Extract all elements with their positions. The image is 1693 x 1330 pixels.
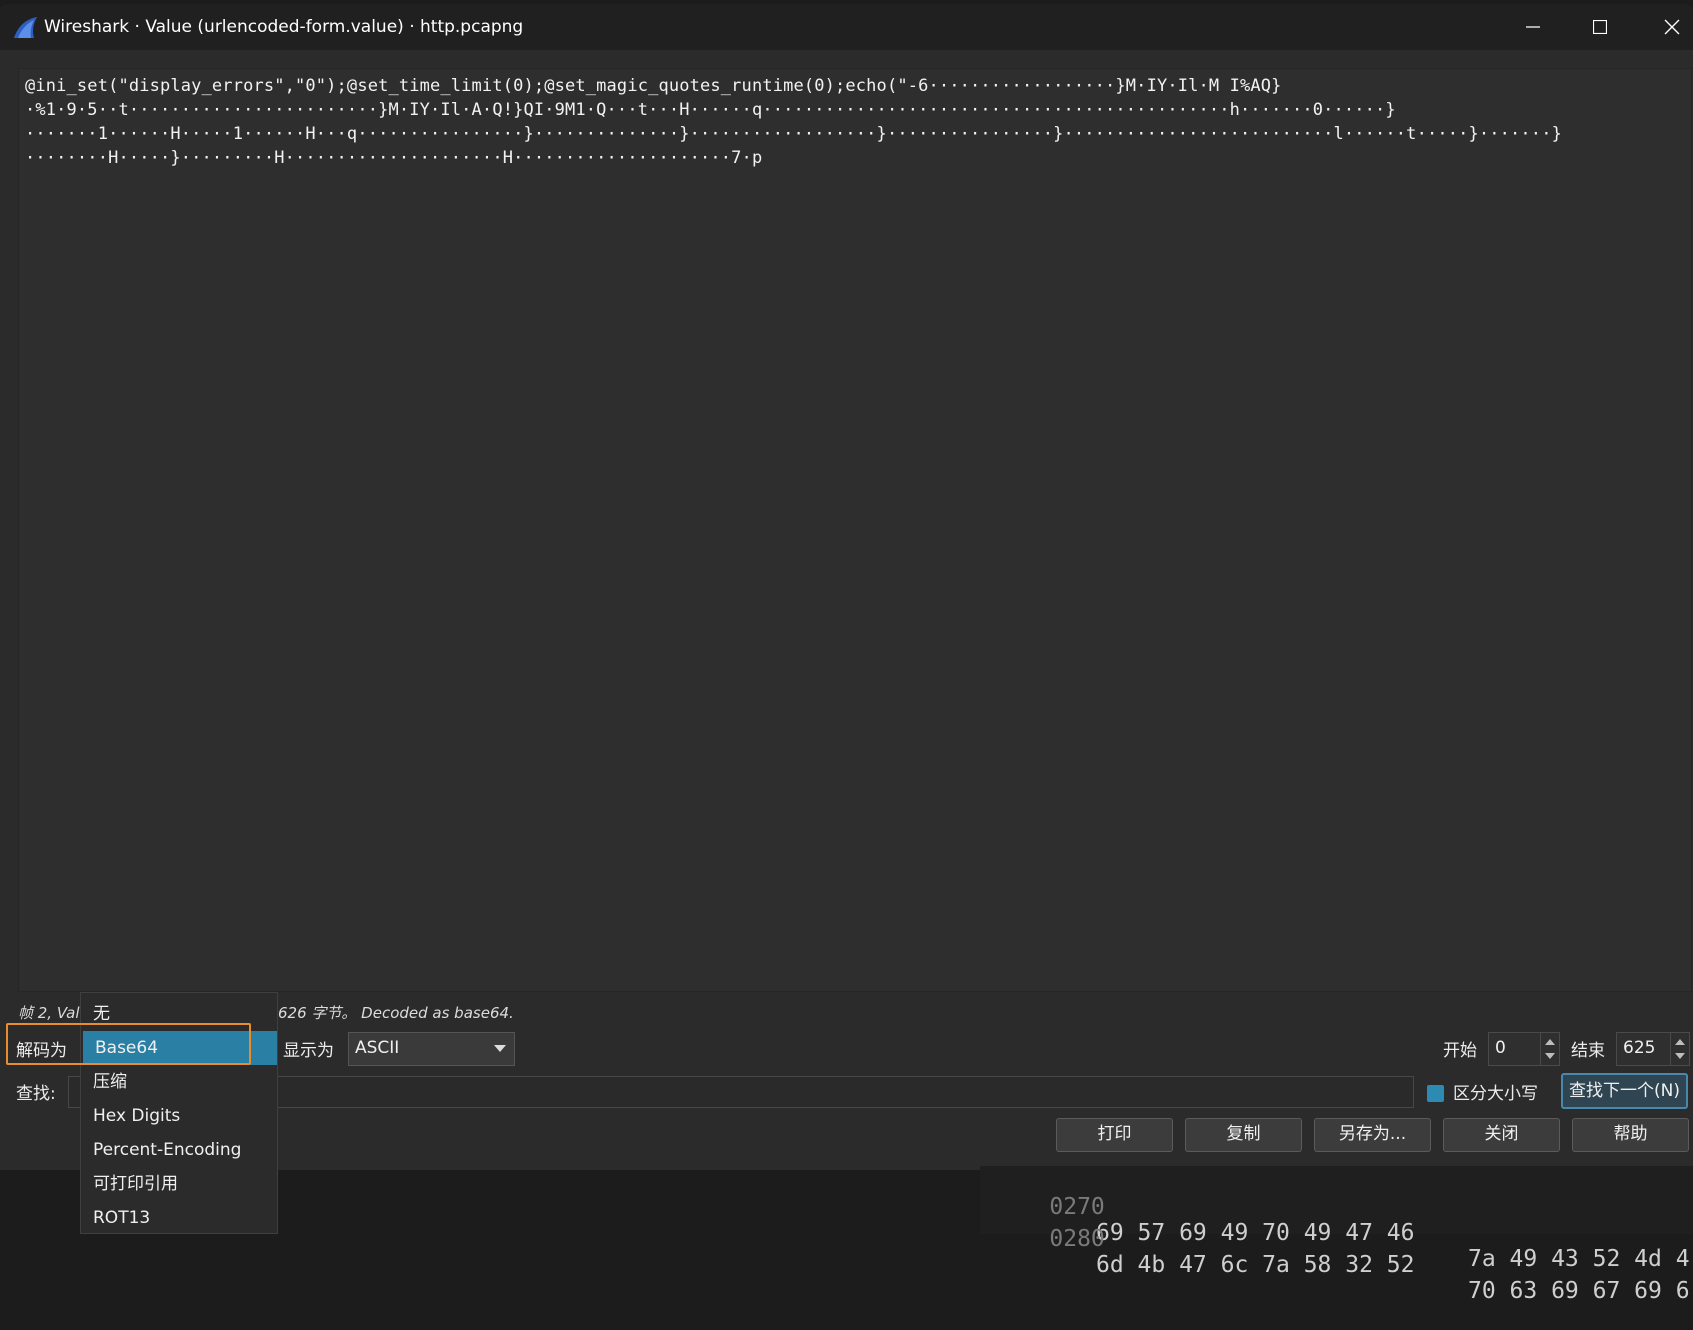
print-button[interactable]: 打印 (1056, 1118, 1173, 1152)
minimize-icon (1526, 26, 1540, 28)
end-spinbox[interactable]: 625 (1616, 1032, 1690, 1066)
maximize-icon (1593, 20, 1607, 34)
copy-button[interactable]: 复制 (1185, 1118, 1302, 1152)
text-line: ········H·····}·········H···············… (25, 148, 763, 168)
case-sensitive-checkbox[interactable] (1427, 1085, 1444, 1102)
show-as-value: ASCII (355, 1038, 400, 1058)
status-decoded-info: 626 字节。 Decoded as base64. (278, 1004, 514, 1022)
window-title: Wireshark · Value (urlencoded-form.value… (44, 17, 524, 37)
spin-arrows-icon[interactable] (1670, 1033, 1689, 1065)
hex-bytes: 6d 4b 47 6c 7a 58 32 52 (1096, 1252, 1415, 1278)
save-as-button[interactable]: 另存为... (1314, 1118, 1431, 1152)
hex-row: 0280 6d 4b 47 6c 7a 58 32 52 70 63 69 67… (994, 1200, 1689, 1330)
text-line: ·%1·9·5··t························}M·IY·… (25, 100, 1396, 120)
status-frame-info: 帧 2, Valu (18, 1004, 90, 1022)
decode-option-hex-digits[interactable]: Hex Digits (81, 1099, 277, 1133)
decode-option-none[interactable]: 无 (81, 997, 277, 1031)
show-as-select[interactable]: ASCII (348, 1032, 515, 1066)
hex-offset: 0280 (1049, 1226, 1105, 1252)
decode-option-base64[interactable]: Base64 (83, 1031, 277, 1065)
help-button[interactable]: 帮助 (1572, 1118, 1689, 1152)
close-window-button[interactable] (1640, 4, 1693, 50)
hex-bytes: 70 63 69 67 69 6 (1468, 1278, 1690, 1304)
wireshark-fin-icon (12, 16, 38, 40)
decode-option-rot13[interactable]: ROT13 (81, 1201, 277, 1235)
hex-bytes: 69 57 69 49 70 49 47 46 (1096, 1220, 1415, 1246)
end-label: 结束 (1571, 1041, 1605, 1061)
decode-as-dropdown[interactable]: 无 Base64 压缩 Hex Digits Percent-Encoding … (80, 992, 278, 1234)
close-button[interactable]: 关闭 (1443, 1118, 1560, 1152)
case-sensitive-label: 区分大小写 (1453, 1084, 1538, 1104)
start-spinbox[interactable]: 0 (1488, 1032, 1560, 1066)
decode-option-quoted-printable[interactable]: 可打印引用 (81, 1167, 277, 1201)
decoded-text-view[interactable]: @ini_set("display_errors","0");@set_time… (18, 68, 1692, 992)
decode-as-label: 解码为 (16, 1041, 67, 1061)
start-value: 0 (1495, 1038, 1506, 1058)
find-next-button[interactable]: 查找下一个(N) (1561, 1073, 1688, 1109)
find-label: 查找: (16, 1084, 56, 1104)
text-line: ·······1······H·····1······H···q········… (25, 124, 1562, 144)
hex-dump-background: 0270 69 57 69 49 70 49 47 46 7a 49 43 52… (980, 1166, 1693, 1304)
maximize-button[interactable] (1568, 4, 1632, 50)
decode-option-percent-encoding[interactable]: Percent-Encoding (81, 1133, 277, 1167)
text-line: @ini_set("display_errors","0");@set_time… (25, 76, 1282, 96)
title-bar: Wireshark · Value (urlencoded-form.value… (0, 4, 1693, 50)
close-icon (1664, 19, 1680, 35)
end-value: 625 (1623, 1038, 1656, 1058)
chevron-down-icon (494, 1045, 506, 1052)
show-as-label: 显示为 (283, 1041, 334, 1061)
spin-arrows-icon[interactable] (1540, 1033, 1559, 1065)
hex-bytes: 7a 49 43 52 4d 4 (1468, 1246, 1690, 1272)
decode-option-compressed[interactable]: 压缩 (81, 1065, 277, 1099)
minimize-button[interactable] (1501, 4, 1565, 50)
start-label: 开始 (1443, 1041, 1477, 1061)
